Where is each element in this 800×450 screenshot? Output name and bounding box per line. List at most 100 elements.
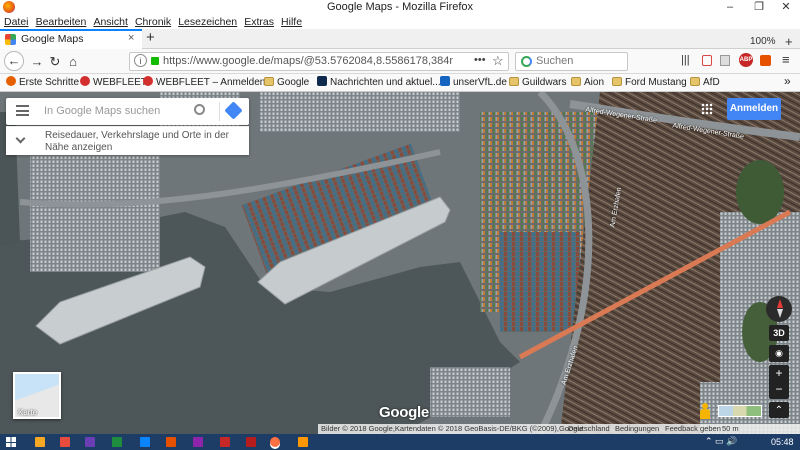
search-bar[interactable]: Suchen — [515, 52, 628, 71]
folder-icon — [690, 77, 700, 86]
bookmark-webfleet-anmelden[interactable]: WEBFLEET – Anmelden... — [143, 76, 274, 90]
bookmark-unservfl[interactable]: unserVfL.de — [440, 76, 507, 90]
explore-nearby-panel[interactable]: Reisedauer, Verkehrslage und Orte in der… — [6, 126, 249, 155]
hamburger-menu-icon[interactable]: ≡ — [782, 52, 790, 67]
zoom-out-button[interactable]: − — [769, 382, 789, 399]
home-icon[interactable]: ⌂ — [64, 53, 82, 71]
maximize-button[interactable]: ❐ — [745, 0, 773, 15]
bookmark-folder-guildwars[interactable]: Guildwars — [509, 76, 566, 90]
adblock-icon[interactable]: ABP — [739, 53, 753, 67]
folder-icon — [509, 77, 519, 86]
sidebar-icon[interactable] — [720, 55, 730, 66]
menu-hilfe[interactable]: Hilfe — [279, 15, 304, 29]
bookmark-star-icon[interactable]: ☆ — [492, 53, 504, 69]
taskbar: ⌃ ▭ 🔊 05:48 — [0, 434, 800, 450]
bookmark-folder-google[interactable]: Google — [264, 76, 309, 90]
map-layer-toggle[interactable]: Karte — [13, 372, 61, 419]
url-bar[interactable]: i https://www.google.de/maps/@53.5762084… — [129, 52, 509, 71]
new-tab-plus-icon[interactable]: + — [785, 34, 793, 49]
google-apps-icon[interactable] — [701, 103, 713, 115]
chevron-down-icon[interactable] — [15, 133, 26, 144]
site-info-icon[interactable]: i — [134, 54, 147, 67]
vfl-site-icon — [440, 76, 450, 86]
tab-strip: Google Maps × + — [0, 29, 800, 49]
taskbar-app-icon[interactable] — [298, 437, 308, 447]
hamburger-menu-icon[interactable] — [16, 105, 29, 116]
menu-lesezeichen[interactable]: Lesezeichen — [176, 15, 239, 29]
tilt-3d-button[interactable]: 3D — [769, 325, 789, 341]
pegman-body — [700, 409, 710, 419]
forward-arrow-icon[interactable]: → — [28, 53, 46, 71]
menu-bar: Datei Bearbeiten Ansicht Chronik Lesezei… — [0, 15, 800, 29]
news-site-icon — [317, 76, 327, 86]
minimize-button[interactable]: – — [716, 0, 744, 15]
menu-ansicht[interactable]: Ansicht — [91, 15, 129, 29]
expand-imagery-button[interactable]: ⌃ — [769, 402, 789, 418]
zoom-in-button[interactable]: + — [769, 365, 789, 382]
back-arrow-icon[interactable]: ← — [4, 51, 24, 71]
map-attribution-bar: Bilder © 2018 Google,Kartendaten © 2018 … — [318, 424, 800, 434]
taskbar-app-icon[interactable] — [166, 437, 176, 447]
menu-chronik[interactable]: Chronik — [133, 15, 173, 29]
search-placeholder: Suchen — [536, 55, 574, 67]
close-window-button[interactable]: ✕ — [772, 0, 800, 15]
my-location-button[interactable]: ◉ — [769, 345, 789, 362]
bookmark-erste-schritte[interactable]: Erste Schritte — [6, 76, 79, 90]
bookmark-folder-afd[interactable]: AfD — [690, 76, 720, 90]
new-tab-button[interactable]: + — [146, 29, 155, 46]
google-search-icon — [521, 56, 532, 67]
menu-datei[interactable]: Datei — [2, 15, 31, 29]
scale-bar[interactable]: 50 m — [722, 424, 739, 434]
menu-extras[interactable]: Extras — [242, 15, 276, 29]
firefox-taskbar-icon[interactable] — [270, 437, 280, 447]
layer-label: Karte — [18, 408, 38, 417]
pocket-icon[interactable] — [702, 55, 712, 66]
close-tab-icon[interactable]: × — [128, 32, 134, 44]
feedback-link[interactable]: Feedback geben — [665, 424, 721, 434]
acrobat-icon[interactable] — [220, 437, 230, 447]
divider — [219, 102, 220, 121]
imagery-attribution: Bilder © 2018 Google,Kartendaten © 2018 … — [321, 424, 584, 433]
maps-search-input[interactable]: In Google Maps suchen — [44, 105, 160, 117]
media-player-icon[interactable] — [85, 437, 95, 447]
bookmarks-bar: Erste Schritte WEBFLEET WEBFLEET – Anmel… — [0, 74, 800, 92]
system-tray[interactable]: ⌃ ▭ 🔊 — [705, 436, 737, 447]
google-logo: Google — [379, 404, 429, 421]
bookmark-folder-ford-mustang[interactable]: Ford Mustang — [612, 76, 687, 90]
bookmark-folder-aion[interactable]: Aion — [571, 76, 604, 90]
search-icon[interactable] — [194, 104, 205, 115]
taskbar-app-icon[interactable] — [140, 437, 150, 447]
file-explorer-icon[interactable] — [35, 437, 45, 447]
folder-icon — [571, 77, 581, 86]
menu-bearbeiten[interactable]: Bearbeiten — [34, 15, 89, 29]
clock[interactable]: 05:48 — [771, 437, 794, 447]
pegman-icon[interactable] — [699, 403, 711, 419]
terms-link[interactable]: Bedingungen — [615, 424, 659, 434]
sign-in-button[interactable]: Anmelden — [727, 98, 781, 120]
url-text[interactable]: https://www.google.de/maps/@53.5762084,8… — [163, 55, 453, 67]
taskbar-app-icon[interactable] — [60, 437, 70, 447]
compass-north-icon — [777, 299, 783, 308]
windows-start-icon[interactable] — [6, 437, 16, 447]
folder-icon — [612, 77, 622, 86]
bookmark-webfleet[interactable]: WEBFLEET — [80, 76, 147, 90]
webfleet-icon — [143, 76, 153, 86]
google-maps-favicon-icon — [5, 34, 16, 45]
page-actions-icon[interactable]: ••• — [474, 54, 486, 66]
compass-icon[interactable] — [766, 296, 792, 322]
bookmark-nachrichten[interactable]: Nachrichten und aktuel... — [317, 76, 441, 90]
zoom-level[interactable]: 100% — [750, 36, 776, 47]
taskbar-app-icon[interactable] — [193, 437, 203, 447]
excel-icon[interactable] — [112, 437, 122, 447]
explore-nearby-text[interactable]: Reisedauer, Verkehrslage und Orte in der… — [45, 130, 245, 154]
tab-google-maps[interactable]: Google Maps × — [0, 29, 142, 49]
folder-icon — [264, 77, 274, 86]
bookmarks-overflow-icon[interactable]: » — [784, 74, 791, 88]
taskbar-app-icon[interactable] — [246, 437, 256, 447]
country-link[interactable]: Deutschland — [568, 424, 610, 434]
library-icon[interactable]: ||| — [681, 54, 690, 66]
extension-icon[interactable] — [760, 55, 771, 66]
imagery-thumbnails[interactable] — [718, 405, 762, 417]
directions-icon[interactable] — [224, 101, 243, 120]
reload-icon[interactable]: ↻ — [46, 53, 64, 71]
